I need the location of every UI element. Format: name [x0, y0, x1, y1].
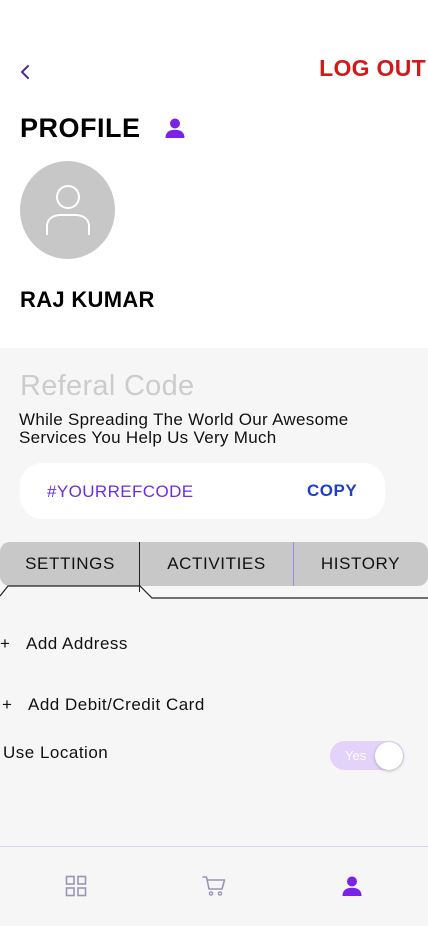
tab-activities[interactable]: ACTIVITIES	[140, 542, 293, 586]
toggle-state-text: Yes	[345, 748, 367, 763]
avatar[interactable]	[20, 161, 115, 259]
cart-icon	[202, 876, 226, 896]
tab-divider	[293, 542, 294, 586]
page-title: PROFILE	[20, 113, 141, 143]
chevron-left-icon	[21, 65, 29, 79]
toggle-knob[interactable]	[375, 742, 403, 770]
nav-cart-button[interactable]	[202, 874, 226, 898]
grid-icon	[65, 875, 87, 897]
add-card-button[interactable]: Add Debit/Credit Card	[28, 695, 205, 715]
add-address-plus-icon[interactable]: +	[0, 634, 10, 654]
active-tab-indicator	[0, 585, 428, 599]
nav-profile-button[interactable]	[340, 874, 364, 898]
nav-home-button[interactable]	[64, 874, 88, 898]
copy-button[interactable]: COPY	[307, 481, 357, 501]
user-outline-icon	[45, 185, 90, 235]
logout-button[interactable]: LOG OUT	[319, 55, 426, 82]
bottom-nav-divider	[0, 846, 428, 847]
user-name: RAJ KUMAR	[20, 287, 155, 312]
referral-code: #YOURREFCODE	[47, 482, 194, 501]
add-card-plus-icon[interactable]: +	[2, 695, 12, 715]
user-icon	[165, 118, 185, 138]
user-icon	[342, 876, 362, 896]
referral-description: While Spreading The World Our Awesome Se…	[19, 410, 349, 447]
use-location-label: Use Location	[3, 743, 109, 762]
add-address-button[interactable]: Add Address	[26, 634, 128, 654]
tab-settings[interactable]: SETTINGS	[0, 542, 140, 586]
tab-history[interactable]: HISTORY	[293, 542, 428, 586]
back-button[interactable]	[14, 60, 38, 84]
referral-title: Referal Code	[20, 370, 195, 402]
